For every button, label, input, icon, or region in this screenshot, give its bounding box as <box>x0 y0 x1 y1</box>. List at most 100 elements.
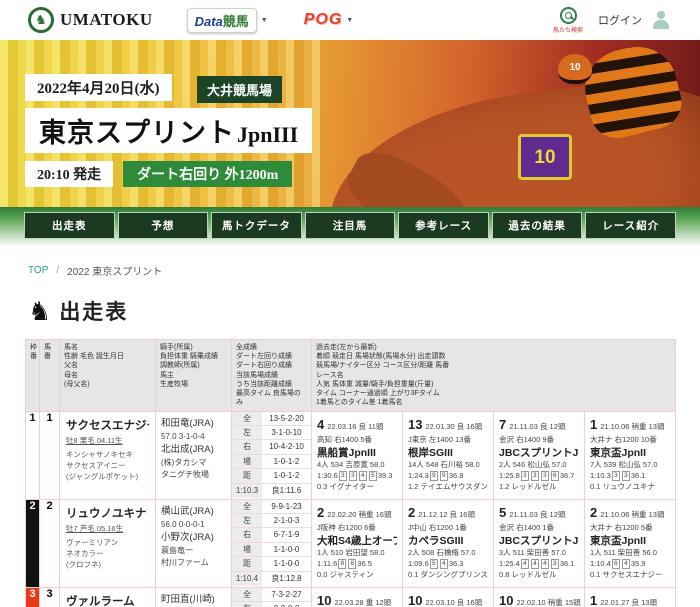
table-row: 2 2 リュウノユキナ 牡7 芦毛 05.16生 ヴァーミリアン ネオカラー (… <box>25 498 677 588</box>
horse-cell: リュウノユキナ 牡7 芦毛 05.16生 ヴァーミリアン ネオカラー (クロフネ… <box>59 498 156 588</box>
corner-order: 54 <box>429 559 449 570</box>
pog-logo[interactable]: POG ▼ <box>304 11 354 29</box>
search-button[interactable]: 馬たち検索 <box>546 6 590 34</box>
data-keiba-logo-text: Data競馬 <box>186 7 257 33</box>
horse-damsire: (クロフネ) <box>66 560 101 570</box>
search-caption: 馬たち検索 <box>552 27 583 34</box>
record-cell: 全 9-9-1-23 左 2-1-0-3 右 6-7-1-9 場 1-1-0-0 距 1-… <box>231 498 312 588</box>
umatoku-logo[interactable]: ♞ UMATOKU <box>28 7 153 33</box>
horse-number: 2 <box>39 498 60 588</box>
past-race: 1022.02.10 稍重 15頭 大井 右1600 6番 如月賞A2ーB1ー選… <box>493 586 585 607</box>
horse-sire: ヴァーミリアン <box>66 537 119 547</box>
tab-sanko-race[interactable]: 参考レース <box>398 212 489 239</box>
horse-name-link[interactable]: ヴァルラーム <box>66 593 149 607</box>
race-nav: 出走表 予想 馬トクデータ 注目馬 参考レース 過去の結果 レース紹介 <box>0 207 700 247</box>
trainer-name: 小野次(JRA) <box>161 531 214 543</box>
jockey-cell: 町田直(川崎) 56.0 1-0-0-5 <box>155 586 232 607</box>
col-header-frame: 枠番 <box>25 339 40 412</box>
race-name-link[interactable]: 東京盃JpnII <box>590 446 670 461</box>
pog-logo-text: POG <box>303 11 343 28</box>
hero-saddle-cloth: 10 <box>518 134 572 180</box>
horse-head-icon: ♞ <box>28 296 52 326</box>
col-header-past-races: 過去走(左から最新) 着順 競走日 馬場状態(馬場水分) 出走頭数 競馬場/ナイター… <box>310 339 677 412</box>
owner-name: 蓑島竜一 <box>161 546 193 556</box>
corner-order: 3336 <box>520 471 560 482</box>
horse-sire: キンシャサノキセキ <box>66 449 134 459</box>
corner-order: 64 <box>611 559 631 570</box>
past-race: 4 22.03.16 良 11頭 高知 右1400 5番 黒船賞JpnIII 4人… <box>311 410 403 500</box>
tab-shussohyo[interactable]: 出走表 <box>24 212 115 239</box>
horse-cell: ヴァルラーム 牡6 青鹿毛 05.20生 <box>59 586 156 607</box>
col-header-jockey: 騎手(所属) 負担体重 騎乗成績 調教師(所属) 馬主 生産牧場 <box>155 339 232 412</box>
farm-name: タニグチ牧場 <box>161 470 209 480</box>
breadcrumb-current: 2022 東京スプリント <box>67 267 163 278</box>
jockey-weight-record: 57.0 3-1-0-4 <box>161 431 205 441</box>
trainer-name: 北出成(JRA) <box>161 443 214 455</box>
race-name-link[interactable]: 黒船賞JpnIII <box>317 446 397 461</box>
col-header-horse: 馬名 性齢 毛色 誕生月日 父名 母名 (母父名) <box>59 339 156 412</box>
tab-yoso[interactable]: 予想 <box>117 212 209 239</box>
chevron-down-icon: ▼ <box>346 16 354 24</box>
race-name-link[interactable]: 根岸SGIII <box>408 446 488 461</box>
horse-name-link[interactable]: サクセスエナジー <box>66 417 149 433</box>
horse-dam: ネオカラー <box>66 548 104 558</box>
past-race: 1022.03.28 重 12頭 大井ナ 右1600 13番 スノードロップ賞A… <box>311 586 403 607</box>
jockey-weight-record: 56.0 0-0-0-1 <box>161 519 205 529</box>
past-race: 222.02.20 稍重 16頭 J阪神 右1200 6番 大和S4歳上オープン… <box>311 498 403 588</box>
jockey-cell: 横山武(JRA) 56.0 0-0-0-1 小野次(JRA) 蓑島竜一 村川ファ… <box>155 498 232 588</box>
race-hero-banner: 10 10 2022年4月20日(水) 大井競馬場 東京スプリントJpnIII … <box>0 40 700 207</box>
data-keiba-logo[interactable]: Data競馬 ▼ <box>186 7 268 33</box>
breadcrumb: TOP / 2022 東京スプリント <box>28 263 700 278</box>
breadcrumb-separator: / <box>56 265 60 276</box>
hero-jockey-helmet: 10 <box>558 54 592 84</box>
page-title: 出走表 <box>59 301 129 324</box>
tab-chumokuba[interactable]: 注目馬 <box>304 212 396 239</box>
frame-number: 1 <box>25 410 40 500</box>
corner-order: 3345 <box>338 471 378 482</box>
past-race: 2 21.12.12 良 16頭 J中山 右1200 1番 カペラSGIII 2人… <box>402 498 494 588</box>
venue-badge: 大井競馬場 <box>197 76 283 103</box>
race-name-link[interactable]: 東京盃JpnII <box>590 534 670 549</box>
tab-kako-kekka[interactable]: 過去の結果 <box>491 212 583 239</box>
race-name-link[interactable]: カペラSGIII <box>408 534 488 549</box>
horse-number: 3 <box>39 586 60 607</box>
race-title: 東京スプリント <box>39 118 235 148</box>
corner-order: 4443 <box>520 559 560 570</box>
jockey-name-link[interactable]: 和田竜(JRA) <box>161 417 226 431</box>
jockey-name-link[interactable]: 町田直(川崎) <box>161 593 226 607</box>
record-cell: 全 13-5-2-20 左 3-1-0-10 右 10-4-2-10 場 1-0-1-2… <box>231 410 312 500</box>
login-button[interactable]: ログイン <box>598 12 642 28</box>
horse-name-link[interactable]: リュウノユキナ <box>66 505 149 521</box>
jockey-name-link[interactable]: 横山武(JRA) <box>161 505 226 519</box>
race-name-link[interactable]: JBCスプリントJpnI <box>499 446 579 461</box>
chevron-down-icon: ▼ <box>260 16 268 24</box>
past-race: 1 21.10.06 稍重 13頭 大井ナ 右1200 10番 東京盃JpnII … <box>583 410 677 500</box>
entry-table: 枠番 馬番 馬名 性齢 毛色 誕生月日 父名 母名 (母父名) 騎手(所属) 負担体重 騎… <box>25 339 677 607</box>
breadcrumb-top-link[interactable]: TOP <box>28 265 48 276</box>
top-bar: ♞ UMATOKU Data競馬 ▼ POG ▼ 馬たち検索 ログイン <box>0 0 700 40</box>
section-heading: ♞ 出走表 <box>28 296 700 326</box>
past-race: 2 21.10.06 稍重 13頭 大井ナ 右1200 5番 東京盃JpnII 1… <box>583 498 677 588</box>
race-date: 2022年4月20日(水) <box>25 74 172 101</box>
tab-race-shokai[interactable]: レース紹介 <box>585 212 677 239</box>
corner-order: 99 <box>429 471 449 482</box>
past-race: 521.11.03 良 12頭 金沢 右1400 1番 JBCスプリントJpnI… <box>493 498 585 588</box>
farm-name: 村川ファーム <box>161 558 209 568</box>
frame-number: 2 <box>25 498 40 588</box>
past-race: 13 22.01.30 良 16頭 J東京 左1400 13番 根岸SGIII 1… <box>402 410 494 500</box>
horse-cell: サクセスエナジー 牡8 栗毛 04.11生 キンシャサノキセキ サクセスアイニー… <box>59 410 156 500</box>
record-cell: 全7-3-2-27 左0-0-0-0 右7-3-2-27 <box>231 586 312 607</box>
search-icon <box>559 6 577 24</box>
horse-info: 牡7 芦毛 05.16生 <box>66 523 124 533</box>
table-header-row: 枠番 馬番 馬名 性齢 毛色 誕生月日 父名 母名 (母父名) 騎手(所属) 負担体重 騎… <box>25 339 677 412</box>
col-header-number: 馬番 <box>39 339 60 412</box>
horse-damsire: (ジャングルポケット) <box>66 472 139 482</box>
header-right: 馬たち検索 ログイン <box>546 6 672 34</box>
past-race: 1022.03.10 良 16頭 大井 右1400 5番 夢見月賞A2B1ー選抜… <box>402 586 494 607</box>
tab-umatoku-data[interactable]: 馬トクデータ <box>211 212 302 239</box>
race-name-link[interactable]: JBCスプリントJpnI <box>499 534 579 549</box>
corner-order: 88 <box>337 559 357 570</box>
user-icon[interactable] <box>650 9 672 31</box>
race-name-link[interactable]: 大和S4歳上オープン <box>317 534 397 549</box>
col-header-record: 全成績 ダート左回り成績 ダート右回り成績 当該馬場成績 うち当該距離成績 最高タイム 良… <box>231 339 312 412</box>
